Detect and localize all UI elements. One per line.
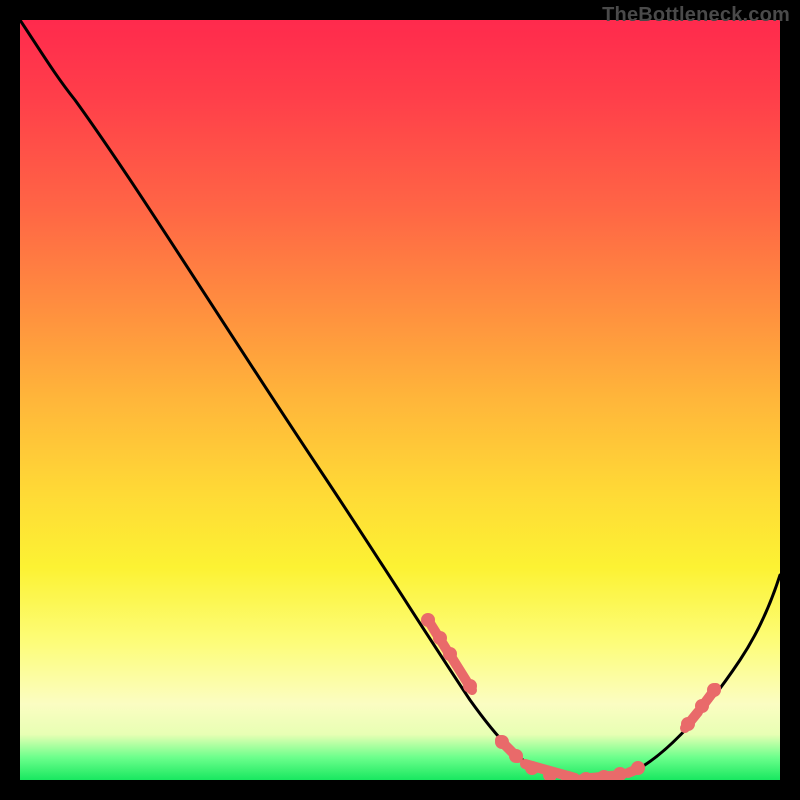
pt-5 bbox=[495, 735, 509, 749]
chart-frame: TheBottleneck.com bbox=[0, 0, 800, 800]
pt-3 bbox=[443, 647, 457, 661]
pt-7 bbox=[525, 761, 539, 775]
pt-13 bbox=[631, 761, 645, 775]
pt-16 bbox=[707, 683, 721, 697]
branding-watermark: TheBottleneck.com bbox=[602, 4, 790, 27]
pt-12 bbox=[613, 767, 627, 780]
pt-14 bbox=[681, 717, 695, 731]
pt-15 bbox=[695, 699, 709, 713]
bottleneck-curve-path bbox=[20, 20, 780, 779]
curve-svg bbox=[20, 20, 780, 780]
pt-4 bbox=[463, 679, 477, 693]
pt-1 bbox=[421, 613, 435, 627]
pt-2 bbox=[433, 631, 447, 645]
pt-6 bbox=[509, 749, 523, 763]
plot-area bbox=[20, 20, 780, 780]
